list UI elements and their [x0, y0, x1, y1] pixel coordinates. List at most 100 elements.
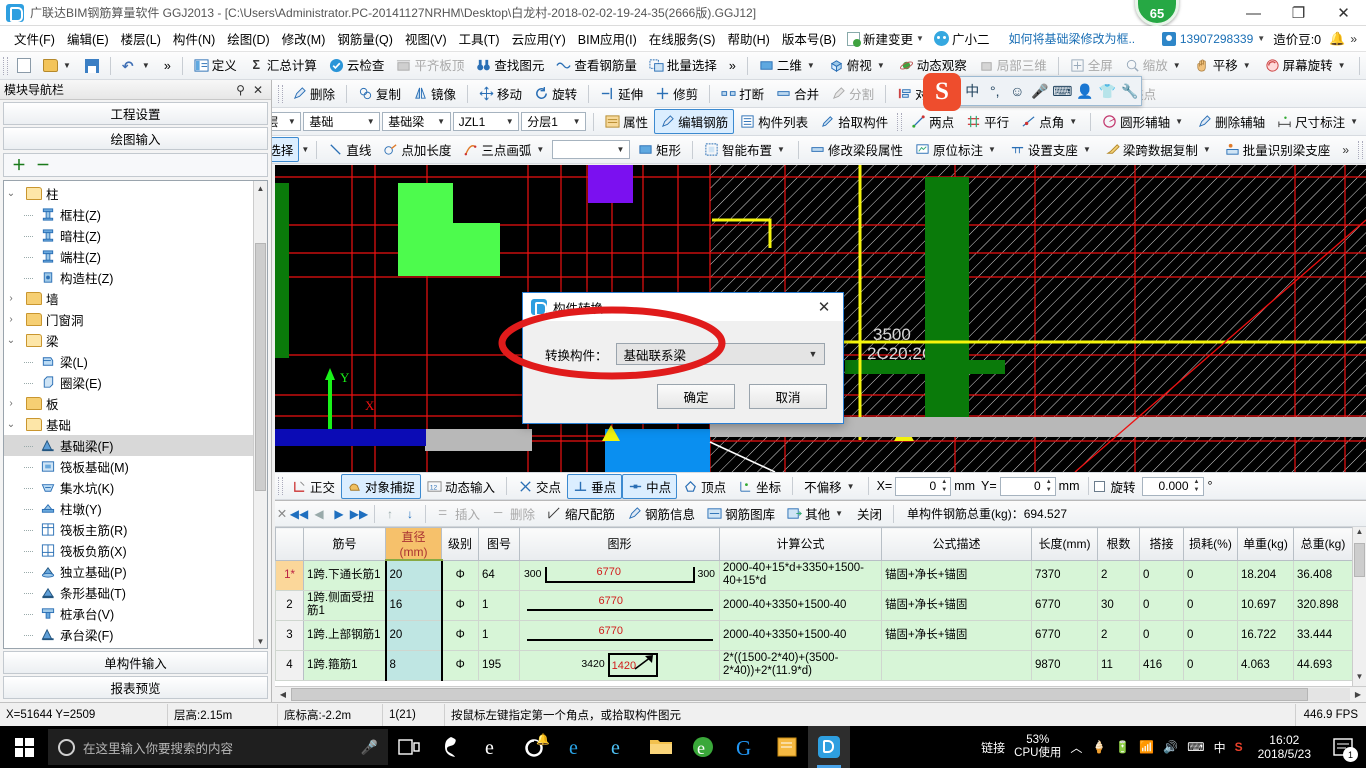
formula-description[interactable]: 锚固+净长+锚固 — [881, 619, 1032, 651]
circular-axis-chevron-down-icon[interactable]: ▼ — [1173, 117, 1185, 126]
properties-button[interactable]: 属性 — [599, 109, 654, 134]
local-3d-button[interactable]: 局部三维 — [973, 55, 1053, 76]
component-combo-chevron-down-icon[interactable]: ▼ — [503, 117, 516, 126]
unit-weight[interactable]: 16.722 — [1237, 619, 1294, 651]
tree-folder-5[interactable]: › 墙 — [4, 288, 253, 309]
taskbar-app-sogou[interactable] — [430, 726, 472, 768]
rebar-grade[interactable]: Φ — [441, 559, 479, 591]
tree-item-16[interactable]: 筏板主筋(R) — [4, 519, 253, 540]
column-header-8[interactable]: 长度(mm) — [1031, 527, 1098, 561]
account-chevron-down-icon[interactable]: ▼ — [1257, 34, 1265, 43]
tree-item-1[interactable]: 框柱(Z) — [4, 204, 253, 225]
new-file-button[interactable] — [11, 55, 37, 76]
ime-account-icon[interactable]: 👤 — [1074, 77, 1097, 105]
nav-prev-button[interactable]: ◀ — [309, 507, 329, 521]
link-label[interactable]: 链接 — [981, 739, 1005, 756]
chevron-right-icon[interactable]: › — [4, 314, 18, 325]
open-chevron-down-icon[interactable]: ▼ — [61, 61, 73, 70]
tree-item-2[interactable]: 暗柱(Z) — [4, 225, 253, 246]
rotate-checkbox[interactable] — [1093, 480, 1105, 492]
chevron-right-icon[interactable]: › — [4, 398, 18, 409]
expand-all-icon[interactable]: ＋ — [12, 155, 26, 175]
rotate-button[interactable]: 旋转 — [528, 81, 583, 106]
dialog-ok-button[interactable]: 确定 — [657, 384, 735, 409]
nav-last-button[interactable]: ▶▶ — [349, 507, 369, 521]
dimension-button[interactable]: 尺寸标注 ▼ — [1271, 109, 1366, 134]
ime-skin-icon[interactable]: 👕 — [1096, 77, 1119, 105]
column-header-11[interactable]: 损耗(%) — [1183, 527, 1238, 561]
promo-link[interactable]: 如何将基础梁修改为框.. — [994, 30, 1149, 47]
dialog-close-icon[interactable]: ✕ — [809, 294, 839, 320]
toolbar-grip[interactable] — [3, 56, 8, 75]
midpoint-snap-button[interactable]: 中点 — [622, 473, 678, 499]
trim-button[interactable]: 修剪 — [649, 81, 704, 106]
tray-ime-indicator[interactable]: 中 — [1214, 739, 1226, 756]
column-header-6[interactable]: 计算公式 — [719, 527, 882, 561]
draw-style-chevron-down-icon[interactable]: ▼ — [614, 145, 627, 154]
row-number[interactable]: 4 — [275, 649, 304, 681]
total-weight[interactable]: 44.693 — [1293, 649, 1353, 681]
tray-keyboard-icon[interactable]: ⌨ — [1187, 740, 1204, 754]
taskbar-app-blue-g[interactable]: G — [724, 726, 766, 768]
tray-sogou-icon[interactable]: S — [1235, 740, 1243, 754]
rebar-count[interactable]: 11 — [1097, 649, 1140, 681]
calc-formula[interactable]: 2000-40+15*d+3350+1500-40+15*d — [719, 559, 882, 591]
tree-item-4[interactable]: 构造柱(Z) — [4, 267, 253, 288]
tree-item-19[interactable]: 条形基础(T) — [4, 582, 253, 603]
align-slab-top-button[interactable]: 平齐板顶 — [390, 55, 470, 76]
nav-first-button[interactable]: ◀◀ — [289, 507, 309, 521]
axis-toolbar-grip[interactable] — [897, 112, 903, 131]
tree-item-8[interactable]: 梁(L) — [4, 351, 253, 372]
calc-formula[interactable]: 2000-40+3350+1500-40 — [719, 619, 882, 651]
ime-toolbar[interactable]: S 中 °, ☺ 🎤 ⌨ 👤 👕 🔧 — [923, 73, 1142, 111]
tree-item-20[interactable]: 桩承台(V) — [4, 603, 253, 624]
rebar-name[interactable]: 1跨.上部钢筋1 — [303, 619, 386, 651]
tree-item-3[interactable]: 端柱(Z) — [4, 246, 253, 267]
account-group[interactable]: 13907298339 ▼ — [1161, 31, 1265, 46]
delete-row-button[interactable]: 删除 — [486, 501, 541, 526]
start-button[interactable] — [0, 726, 48, 768]
hscroll-thumb[interactable] — [291, 688, 1308, 701]
view-direction-button[interactable]: 俯视 ▼ — [823, 55, 893, 76]
y-spinner[interactable]: ▲ ▼ — [1044, 479, 1054, 494]
ortho-button[interactable]: 正交 — [286, 474, 341, 499]
batch-identify-support-button[interactable]: 批量识别梁支座 — [1219, 137, 1337, 162]
table-row[interactable]: 1* 1跨.下通长筋1 20 Φ 64 300 6770 300 2000-40+15*d+33… — [275, 559, 1353, 591]
y-offset-input[interactable]: 0 ▲ ▼ — [999, 476, 1056, 496]
offset-mode-button[interactable]: 不偏移 ▼ — [798, 474, 862, 499]
table-row[interactable]: 3 1跨.上部钢筋1 20 Φ 1 6770 2000-40+3350+1500-40 锚固+… — [275, 619, 1353, 651]
category-combo[interactable]: 基础 ▼ — [303, 112, 381, 131]
assistant-button[interactable]: 广小二 — [929, 27, 995, 50]
parallel-button[interactable]: 平行 — [960, 109, 1015, 134]
nav-next-button[interactable]: ▶ — [329, 507, 349, 521]
tray-battery-icon[interactable]: 🔋 — [1115, 740, 1130, 754]
tree-item-15[interactable]: 柱墩(Y) — [4, 498, 253, 519]
taskbar-app-explorer[interactable] — [640, 726, 682, 768]
rotate-input[interactable]: 0.000 ▲ ▼ — [1141, 476, 1204, 496]
nav-button-single-component-input[interactable]: 单构件输入 — [3, 651, 268, 674]
tray-volume-icon[interactable]: 🔊 — [1163, 740, 1178, 754]
taskbar-app-notes[interactable] — [766, 726, 808, 768]
dialog-cancel-button[interactable]: 取消 — [749, 384, 827, 409]
rebar-length[interactable]: 6770 — [1031, 589, 1098, 621]
unit-weight[interactable]: 10.697 — [1237, 589, 1294, 621]
menu-item-edit[interactable]: 编辑(E) — [61, 26, 115, 51]
open-file-button[interactable]: ▼ — [37, 56, 79, 75]
tree-item-9[interactable]: 圈梁(E) — [4, 372, 253, 393]
beam-span-copy-button[interactable]: 梁跨数据复制 ▼ — [1099, 137, 1219, 162]
column-header-5[interactable]: 图形 — [519, 527, 720, 561]
define-button[interactable]: 定义 — [188, 55, 243, 76]
rebar-name[interactable]: 1跨.箍筋1 — [303, 649, 386, 681]
split-button[interactable]: 分割 — [825, 81, 880, 106]
rebar-panel-pin-icon[interactable]: ✕ — [275, 506, 289, 521]
nav-button-report-preview[interactable]: 报表预览 — [3, 676, 268, 699]
sogou-logo-icon[interactable]: S — [923, 73, 961, 111]
calc-formula[interactable]: 2000-40+3350+1500-40 — [719, 589, 882, 621]
component-type-chevron-down-icon[interactable]: ▼ — [435, 117, 448, 126]
snap-toolbar-grip[interactable] — [278, 477, 283, 495]
ime-emoji-icon[interactable]: ☺ — [1006, 77, 1029, 105]
grid-scroll-thumb[interactable] — [1354, 543, 1365, 577]
support-chevron-down-icon[interactable]: ▼ — [1081, 145, 1093, 154]
merge-button[interactable]: 合并 — [770, 81, 825, 106]
x-spinner[interactable]: ▲ ▼ — [939, 479, 949, 494]
